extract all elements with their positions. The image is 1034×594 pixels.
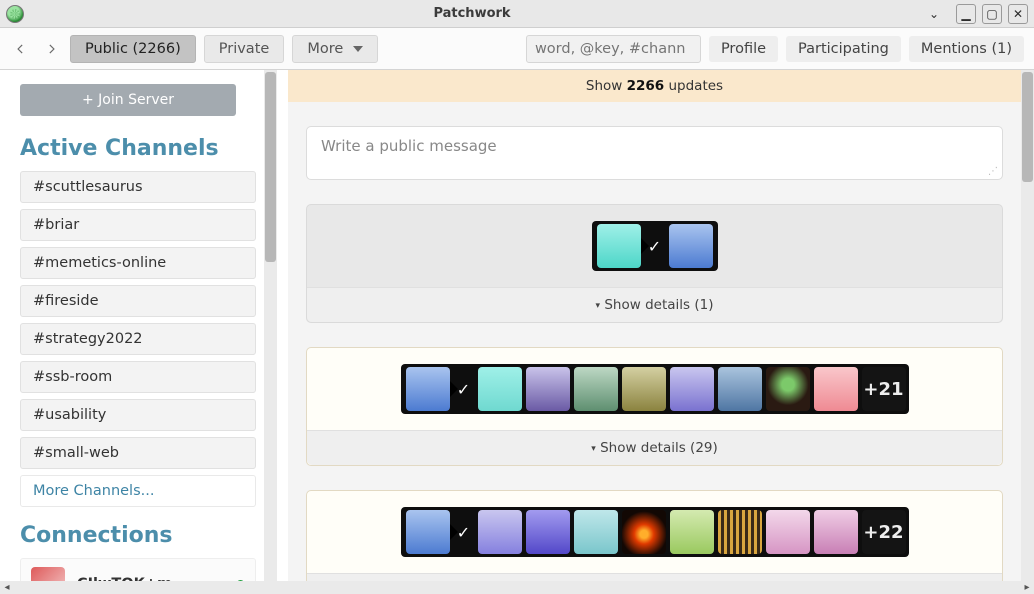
compose-placeholder: Write a public message — [321, 137, 497, 155]
avatar[interactable] — [526, 510, 570, 554]
profile-button[interactable]: Profile — [709, 36, 778, 62]
main-scrollbar[interactable] — [1021, 70, 1034, 594]
mentions-button[interactable]: Mentions (1) — [909, 36, 1024, 62]
app-logo-icon — [6, 5, 24, 23]
avatar[interactable] — [718, 367, 762, 411]
more-avatars-badge[interactable]: +22 — [862, 510, 906, 554]
search-input[interactable] — [526, 35, 701, 63]
hscroll-right-icon[interactable]: ▸ — [1020, 582, 1034, 593]
channel-item[interactable]: #briar — [20, 209, 256, 241]
show-details-button[interactable]: ▾ Show details (29) — [307, 430, 1002, 465]
banner-count: 2266 — [627, 78, 665, 94]
channel-item[interactable]: #scuttlesaurus — [20, 171, 256, 203]
channel-item[interactable]: #strategy2022 — [20, 323, 256, 355]
avatar[interactable] — [406, 367, 450, 411]
followed-check-icon: ✓ — [452, 380, 476, 399]
show-details-label: Show details (29) — [600, 440, 718, 456]
feed: Write a public message ⋰ ✓ ▾ Show details… — [288, 102, 1021, 594]
tab-more-label: More — [307, 41, 343, 57]
follow-strip: ✓ +21 — [401, 364, 909, 414]
body: + Join Server Active Channels #scuttlesa… — [0, 70, 1034, 594]
compose-box[interactable]: Write a public message ⋰ — [306, 126, 1003, 180]
followed-check-icon: ✓ — [452, 523, 476, 542]
avatar[interactable] — [766, 367, 810, 411]
avatar[interactable] — [574, 367, 618, 411]
avatar[interactable] — [718, 510, 762, 554]
followed-check-icon: ✓ — [643, 237, 667, 256]
participating-button[interactable]: Participating — [786, 36, 901, 62]
avatar[interactable] — [526, 367, 570, 411]
avatar[interactable] — [766, 510, 810, 554]
nav-back-button[interactable] — [10, 38, 32, 60]
tab-public[interactable]: Public (2266) — [70, 35, 196, 63]
channel-item[interactable]: #fireside — [20, 285, 256, 317]
banner-suffix: updates — [664, 78, 723, 94]
caret-down-icon: ▾ — [596, 301, 601, 311]
caret-down-icon: ▾ — [591, 444, 596, 454]
feed-card: ✓ ▾ Show details (1) — [306, 204, 1003, 323]
show-details-button[interactable]: ▾ Show details (1) — [307, 287, 1002, 322]
active-channels-title: Active Channels — [20, 136, 256, 161]
channel-list: #scuttlesaurus #briar #memetics-online #fir… — [20, 171, 256, 469]
avatar[interactable] — [670, 367, 714, 411]
follow-strip: ✓ — [592, 221, 718, 271]
window-title: Patchwork — [24, 6, 920, 21]
more-channels-link[interactable]: More Channels... — [20, 475, 256, 507]
sidebar: + Join Server Active Channels #scuttlesa… — [0, 70, 264, 594]
connections-title: Connections — [20, 523, 256, 548]
card-top: ✓ — [307, 205, 1002, 287]
card-top: ✓ +21 — [307, 348, 1002, 430]
feed-card: ✓ +21 ▾ Show details (29) — [306, 347, 1003, 466]
avatar[interactable] — [622, 510, 666, 554]
main: Show 2266 updates Write a public message… — [288, 70, 1021, 594]
sidebar-scrollbar-thumb[interactable] — [265, 72, 276, 262]
channel-item[interactable]: #ssb-room — [20, 361, 256, 393]
avatar[interactable] — [669, 224, 713, 268]
feed-card: ✓+22▾ Show details (30) — [306, 490, 1003, 594]
banner-prefix: Show — [586, 78, 627, 94]
window-menu-icon[interactable]: ⌄ — [924, 4, 944, 24]
channel-item[interactable]: #memetics-online — [20, 247, 256, 279]
minimize-button[interactable]: ▁ — [956, 4, 976, 24]
tab-private[interactable]: Private — [204, 35, 285, 63]
close-button[interactable]: ✕ — [1008, 4, 1028, 24]
avatar[interactable] — [814, 367, 858, 411]
avatar[interactable] — [478, 367, 522, 411]
maximize-button[interactable]: ▢ — [982, 4, 1002, 24]
avatar[interactable] — [478, 510, 522, 554]
channel-item[interactable]: #usability — [20, 399, 256, 431]
arrow-left-icon — [14, 42, 28, 56]
horizontal-scrollbar[interactable]: ◂ ▸ — [0, 581, 1034, 594]
hscroll-left-icon[interactable]: ◂ — [0, 582, 14, 593]
more-avatars-badge[interactable]: +21 — [862, 367, 906, 411]
toolbar: Public (2266) Private More Profile Parti… — [0, 28, 1034, 70]
avatar[interactable] — [622, 367, 666, 411]
channel-item[interactable]: #small-web — [20, 437, 256, 469]
sidebar-scrollbar[interactable] — [264, 70, 277, 594]
resize-grip-icon[interactable]: ⋰ — [988, 166, 998, 177]
main-wrap: Show 2266 updates Write a public message… — [288, 70, 1034, 594]
arrow-right-icon — [44, 42, 58, 56]
chevron-down-icon — [353, 46, 363, 52]
card-list: ✓ ▾ Show details (1) ✓ +21 ▾ Show details (2… — [306, 204, 1003, 594]
updates-banner[interactable]: Show 2266 updates — [288, 70, 1021, 102]
follow-strip: ✓ +22 — [401, 507, 909, 557]
avatar[interactable] — [814, 510, 858, 554]
card-top: ✓ +22 — [307, 491, 1002, 573]
avatar[interactable] — [597, 224, 641, 268]
main-scrollbar-thumb[interactable] — [1022, 72, 1033, 182]
avatar[interactable] — [574, 510, 618, 554]
sidebar-wrap: + Join Server Active Channels #scuttlesa… — [0, 70, 288, 594]
tab-more[interactable]: More — [292, 35, 378, 63]
avatar[interactable] — [406, 510, 450, 554]
nav-forward-button[interactable] — [40, 38, 62, 60]
titlebar: Patchwork ⌄ ▁ ▢ ✕ — [0, 0, 1034, 28]
join-server-button[interactable]: + Join Server — [20, 84, 236, 116]
avatar[interactable] — [670, 510, 714, 554]
show-details-label: Show details (1) — [604, 297, 713, 313]
